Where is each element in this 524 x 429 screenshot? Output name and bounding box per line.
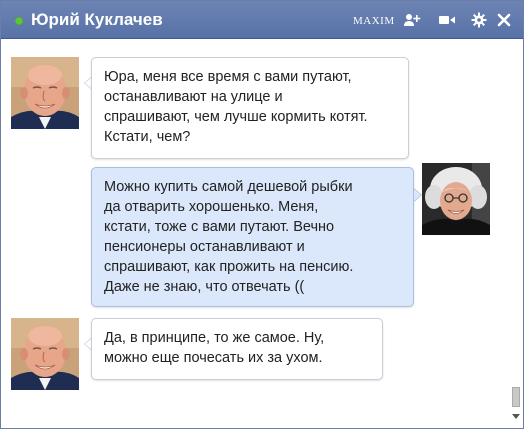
- chat-window: Юрий Куклачев MAXIM Юра, меня все время …: [0, 0, 524, 429]
- chat-titlebar[interactable]: Юрий Куклачев MAXIM: [1, 1, 523, 39]
- outgoing-message[interactable]: Можно купить самой дешевой рыбки да отва…: [91, 167, 414, 307]
- brand-watermark: MAXIM: [353, 15, 395, 27]
- add-friend-icon[interactable]: [403, 12, 421, 28]
- scrollbar-thumb[interactable]: [512, 387, 520, 407]
- gear-icon[interactable]: [470, 12, 488, 28]
- scroll-down-arrow-icon[interactable]: [512, 414, 520, 419]
- video-call-icon[interactable]: [438, 12, 456, 28]
- online-status-icon: [15, 17, 23, 25]
- scrollbar[interactable]: [511, 41, 521, 427]
- incoming-message[interactable]: Юра, меня все время с вами путают, остан…: [91, 57, 409, 159]
- message-list[interactable]: Юра, меня все время с вами путают, остан…: [1, 40, 523, 428]
- incoming-message[interactable]: Да, в принципе, то же самое. Ну, можно е…: [91, 318, 383, 380]
- contact-avatar[interactable]: [11, 57, 79, 129]
- bubble-tail: [414, 188, 422, 202]
- contact-name[interactable]: Юрий Куклачев: [31, 10, 163, 30]
- user-avatar[interactable]: [422, 163, 490, 235]
- close-icon[interactable]: [496, 12, 514, 28]
- contact-avatar[interactable]: [11, 318, 79, 390]
